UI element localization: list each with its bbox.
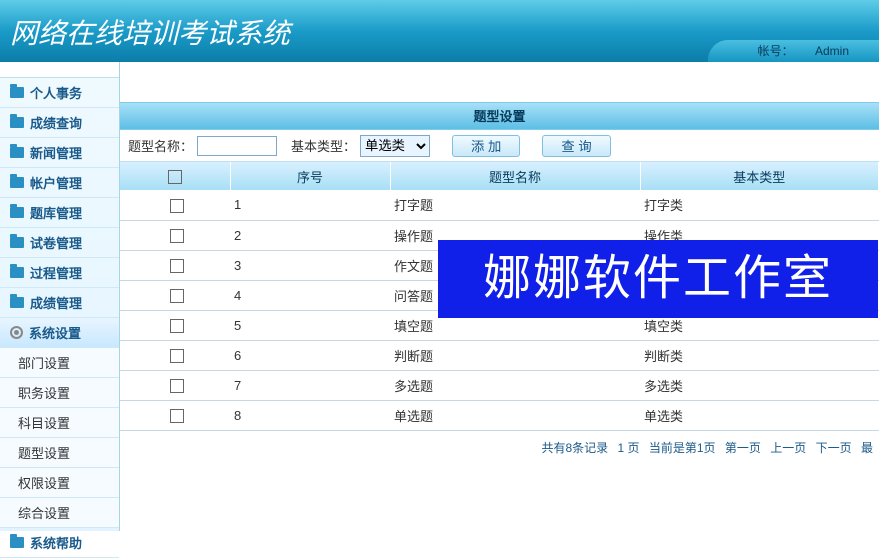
cell-type: 操作类 [640, 220, 879, 250]
table-row: 2操作题操作类 [120, 220, 879, 250]
cell-seq: 2 [230, 220, 390, 250]
table-row: 1打字题打字类 [120, 190, 879, 220]
row-checkbox[interactable] [170, 199, 184, 213]
type-select[interactable]: 单选类 [360, 135, 430, 157]
row-checkbox[interactable] [170, 259, 184, 273]
cell-type: 打字类 [640, 190, 879, 220]
folder-icon [10, 237, 24, 248]
sidebar-sub-subject[interactable]: 科目设置 [0, 408, 119, 438]
pager: 共有8条记录 1 页 当前是第1页 第一页 上一页 下一页 最 [120, 431, 879, 456]
select-all-checkbox[interactable] [168, 170, 182, 184]
cell-name: 打字题 [390, 190, 640, 220]
sidebar-item-help[interactable]: 系统帮助 [0, 528, 119, 558]
sidebar-item-score-mgmt[interactable]: 成绩管理 [0, 288, 119, 318]
folder-icon [10, 117, 24, 128]
col-seq: 序号 [230, 162, 390, 190]
cell-seq: 4 [230, 280, 390, 310]
row-checkbox[interactable] [170, 349, 184, 363]
cell-seq: 6 [230, 340, 390, 370]
folder-icon [10, 537, 24, 548]
pager-first[interactable]: 第一页 [725, 441, 761, 455]
cell-seq: 1 [230, 190, 390, 220]
col-type: 基本类型 [640, 162, 879, 190]
col-name: 题型名称 [390, 162, 640, 190]
folder-icon [10, 147, 24, 158]
add-button[interactable]: 添 加 [452, 135, 520, 157]
type-label: 基本类型： [291, 136, 356, 155]
table-row: 6判断题判断类 [120, 340, 879, 370]
table-row: 5填空题填空类 [120, 310, 879, 340]
folder-icon [10, 177, 24, 188]
folder-icon [10, 87, 24, 98]
cell-name: 单选题 [390, 400, 640, 430]
row-checkbox[interactable] [170, 229, 184, 243]
cell-type: 多选类 [640, 370, 879, 400]
table-row: 7多选题多选类 [120, 370, 879, 400]
sidebar-item-process[interactable]: 过程管理 [0, 258, 119, 288]
name-input[interactable] [197, 136, 277, 156]
account-label: 帐号： [758, 44, 794, 58]
sidebar-item-account[interactable]: 帐户管理 [0, 168, 119, 198]
sidebar-sub-general[interactable]: 综合设置 [0, 498, 119, 528]
sidebar-sub-position[interactable]: 职务设置 [0, 378, 119, 408]
account-user: Admin [815, 44, 849, 58]
sidebar-sub-question-type[interactable]: 题型设置 [0, 438, 119, 468]
sidebar-item-system-settings[interactable]: 系统设置 [0, 318, 119, 348]
pager-last[interactable]: 最 [861, 441, 873, 455]
pager-pages: 1 页 [618, 441, 640, 455]
name-label: 题型名称： [128, 136, 193, 155]
cell-seq: 7 [230, 370, 390, 400]
pager-prev[interactable]: 上一页 [770, 441, 806, 455]
table-row: 4问答题 [120, 280, 879, 310]
sidebar-item-personal[interactable]: 个人事务 [0, 78, 119, 108]
cell-name: 判断题 [390, 340, 640, 370]
cell-name: 作文题 [390, 250, 640, 280]
app-header: 网络在线培训考试系统 帐号： Admin [0, 0, 879, 62]
pager-current: 当前是第1页 [649, 441, 716, 455]
panel-title: 题型设置 [120, 102, 879, 130]
sidebar-item-news[interactable]: 新闻管理 [0, 138, 119, 168]
filter-bar: 题型名称： 基本类型： 单选类 添 加 查 询 [120, 130, 879, 162]
cell-name: 操作题 [390, 220, 640, 250]
cell-seq: 5 [230, 310, 390, 340]
cell-type [640, 250, 879, 280]
main-content: 题型设置 题型名称： 基本类型： 单选类 添 加 查 询 序号 题型名称 基本类… [120, 62, 879, 531]
folder-icon [10, 267, 24, 278]
folder-icon [10, 207, 24, 218]
folder-icon [10, 297, 24, 308]
cell-type: 判断类 [640, 340, 879, 370]
row-checkbox[interactable] [170, 379, 184, 393]
sidebar-item-paper[interactable]: 试卷管理 [0, 228, 119, 258]
pager-next[interactable]: 下一页 [816, 441, 852, 455]
gear-icon [10, 326, 23, 339]
cell-type [640, 280, 879, 310]
sidebar-sub-permission[interactable]: 权限设置 [0, 468, 119, 498]
row-checkbox[interactable] [170, 409, 184, 423]
cell-name: 填空题 [390, 310, 640, 340]
cell-name: 问答题 [390, 280, 640, 310]
sidebar-item-question-bank[interactable]: 题库管理 [0, 198, 119, 228]
cell-type: 单选类 [640, 400, 879, 430]
sidebar-sub-department[interactable]: 部门设置 [0, 348, 119, 378]
account-bar: 帐号： Admin [708, 40, 879, 62]
cell-type: 填空类 [640, 310, 879, 340]
cell-seq: 3 [230, 250, 390, 280]
row-checkbox[interactable] [170, 289, 184, 303]
row-checkbox[interactable] [170, 319, 184, 333]
pager-total: 共有8条记录 [541, 441, 608, 455]
query-button[interactable]: 查 询 [542, 135, 610, 157]
data-table: 序号 题型名称 基本类型 1打字题打字类2操作题操作类3作文题4问答题5填空题填… [120, 162, 879, 431]
cell-name: 多选题 [390, 370, 640, 400]
sidebar: 个人事务 成绩查询 新闻管理 帐户管理 题库管理 试卷管理 过程管理 成绩管理 … [0, 62, 120, 531]
table-row: 8单选题单选类 [120, 400, 879, 430]
table-row: 3作文题 [120, 250, 879, 280]
cell-seq: 8 [230, 400, 390, 430]
sidebar-item-score-query[interactable]: 成绩查询 [0, 108, 119, 138]
